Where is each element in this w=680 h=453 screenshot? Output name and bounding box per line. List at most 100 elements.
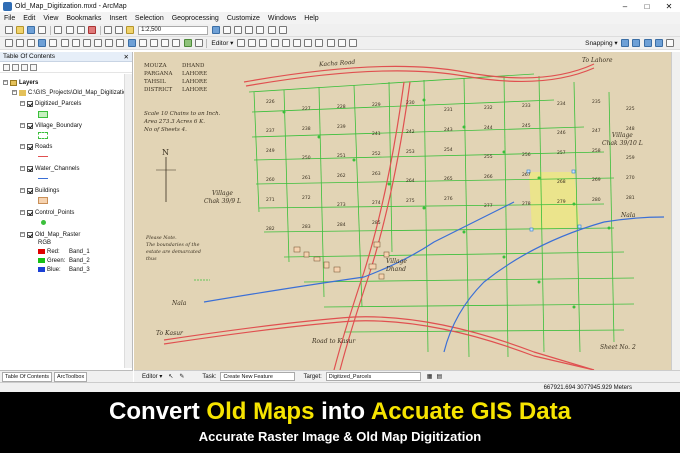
layer-visibility-checkbox[interactable] [27,231,33,238]
layer-visibility-checkbox[interactable] [27,209,33,216]
collapse-icon[interactable]: − [12,90,17,95]
new-document-icon[interactable] [4,26,13,34]
toc-layer-control-points[interactable]: − Control_Points [20,208,74,217]
map-canvas[interactable] [134,52,671,370]
menu-file[interactable]: File [4,15,15,22]
close-button[interactable]: ✕ [658,0,680,12]
toc-layer-digitized-parcels[interactable]: − Digitized_Parcels [20,99,81,108]
delete-icon[interactable] [87,26,96,34]
collapse-icon[interactable]: − [20,210,25,215]
menu-bookmarks[interactable]: Bookmarks [66,15,101,22]
model-builder-icon[interactable] [278,26,287,34]
menu-edit[interactable]: Edit [23,15,35,22]
list-by-selection-icon[interactable] [30,63,37,71]
full-extent-icon[interactable] [38,39,47,47]
editor-toolbar-icon[interactable] [211,26,220,34]
map-view[interactable]: MOUZA DHAND PARGANA LAHORE TAHSIL LAHORE DI… [134,52,671,370]
editor-menu-bottom[interactable]: Editor ▾ [142,373,162,380]
point-snapping-icon[interactable] [621,39,630,47]
time-slider-icon[interactable] [194,39,203,47]
toc-layer-buildings[interactable]: − Buildings [20,186,59,195]
sketch-properties-icon[interactable]: ▤ [436,373,442,380]
collapse-icon[interactable]: − [20,166,25,171]
layer-visibility-checkbox[interactable] [27,187,33,194]
find-icon[interactable] [138,39,147,47]
html-popup-icon[interactable] [172,39,181,47]
search-icon[interactable] [245,26,254,34]
add-data-icon[interactable] [126,26,135,34]
toc-data-frame-path[interactable]: − C:\GIS_Projects\Old_Map_Digitization [12,88,130,97]
maximize-button[interactable]: □ [636,0,658,12]
open-folder-icon[interactable] [15,26,24,34]
list-by-visibility-icon[interactable] [21,63,28,71]
trace-icon[interactable] [281,39,290,47]
toc-layer-village-boundary[interactable]: − Village_Boundary [20,121,82,130]
point-icon[interactable] [292,39,301,47]
python-icon[interactable] [267,26,276,34]
rotate-icon[interactable] [315,39,324,47]
collapse-icon[interactable]: − [20,123,25,128]
edit-annotation-icon[interactable] [248,39,257,47]
editor-menu[interactable]: Editor ▾ [211,39,233,47]
clear-selection-icon[interactable] [105,39,114,47]
toc-layer-water-channels[interactable]: − Water_Channels [20,164,79,173]
go-to-xy-icon[interactable] [183,39,192,47]
redo-icon[interactable] [115,26,124,34]
menu-view[interactable]: View [43,15,58,22]
end-point-arc-icon[interactable] [270,39,279,47]
map-vertical-scrollbar[interactable] [671,52,680,370]
fixed-zoom-out-icon[interactable] [60,39,69,47]
pan-icon[interactable] [26,39,35,47]
select-elements-icon[interactable] [116,39,125,47]
task-combo[interactable]: Create New Feature [220,372,296,381]
layer-visibility-checkbox[interactable] [27,143,33,150]
table-of-contents-icon[interactable] [222,26,231,34]
map-scale-combo[interactable]: 1:2,500 [138,25,209,35]
straight-segment-icon[interactable] [259,39,268,47]
edit-tool-icon[interactable] [237,39,246,47]
target-layer-combo[interactable]: Digitized_Parcels [325,372,421,381]
copy-icon[interactable] [65,26,74,34]
menu-windows[interactable]: Windows [268,15,296,22]
collapse-icon[interactable]: − [20,101,25,106]
zoom-out-icon[interactable] [15,39,24,47]
paste-icon[interactable] [76,26,85,34]
hyperlink-icon[interactable] [161,39,170,47]
layer-visibility-checkbox[interactable] [27,100,33,107]
back-extent-icon[interactable] [71,39,80,47]
menu-insert[interactable]: Insert [109,15,127,22]
zoom-in-icon[interactable] [4,39,13,47]
list-by-drawing-order-icon[interactable] [3,63,10,71]
attributes-icon[interactable]: ▦ [427,373,433,380]
menu-customize[interactable]: Customize [227,15,260,22]
sketch-properties-icon[interactable] [337,39,346,47]
save-icon[interactable] [26,26,35,34]
vertex-snapping-icon[interactable] [643,39,652,47]
collapse-icon[interactable]: − [3,80,8,85]
snapping-menu[interactable]: Snapping ▾ [585,39,618,47]
identify-icon[interactable] [127,39,136,47]
print-icon[interactable] [38,26,47,34]
edit-tool-icon[interactable]: ↖ [168,373,173,380]
menu-geoprocessing[interactable]: Geoprocessing [172,15,219,22]
catalog-icon[interactable] [234,26,243,34]
tab-table-of-contents[interactable]: Table Of Contents [2,371,53,382]
select-features-icon[interactable] [94,39,103,47]
layer-visibility-checkbox[interactable] [27,122,33,129]
list-by-source-icon[interactable] [12,63,19,71]
edge-snapping-icon[interactable] [654,39,663,47]
end-snapping-icon[interactable] [632,39,641,47]
snapping-options-icon[interactable] [666,39,674,47]
collapse-icon[interactable]: − [20,144,25,149]
toc-close-icon[interactable]: ✕ [124,53,129,61]
undo-icon[interactable] [104,26,113,34]
toc-scrollbar[interactable] [124,74,132,368]
menu-selection[interactable]: Selection [135,15,164,22]
collapse-icon[interactable]: − [20,232,25,237]
minimize-button[interactable]: – [614,0,636,12]
collapse-icon[interactable]: − [20,188,25,193]
fixed-zoom-in-icon[interactable] [49,39,58,47]
tab-arctoolbox[interactable]: ArcToolbox [54,371,88,382]
cut-icon[interactable] [54,26,63,34]
create-features-icon[interactable] [348,39,357,47]
